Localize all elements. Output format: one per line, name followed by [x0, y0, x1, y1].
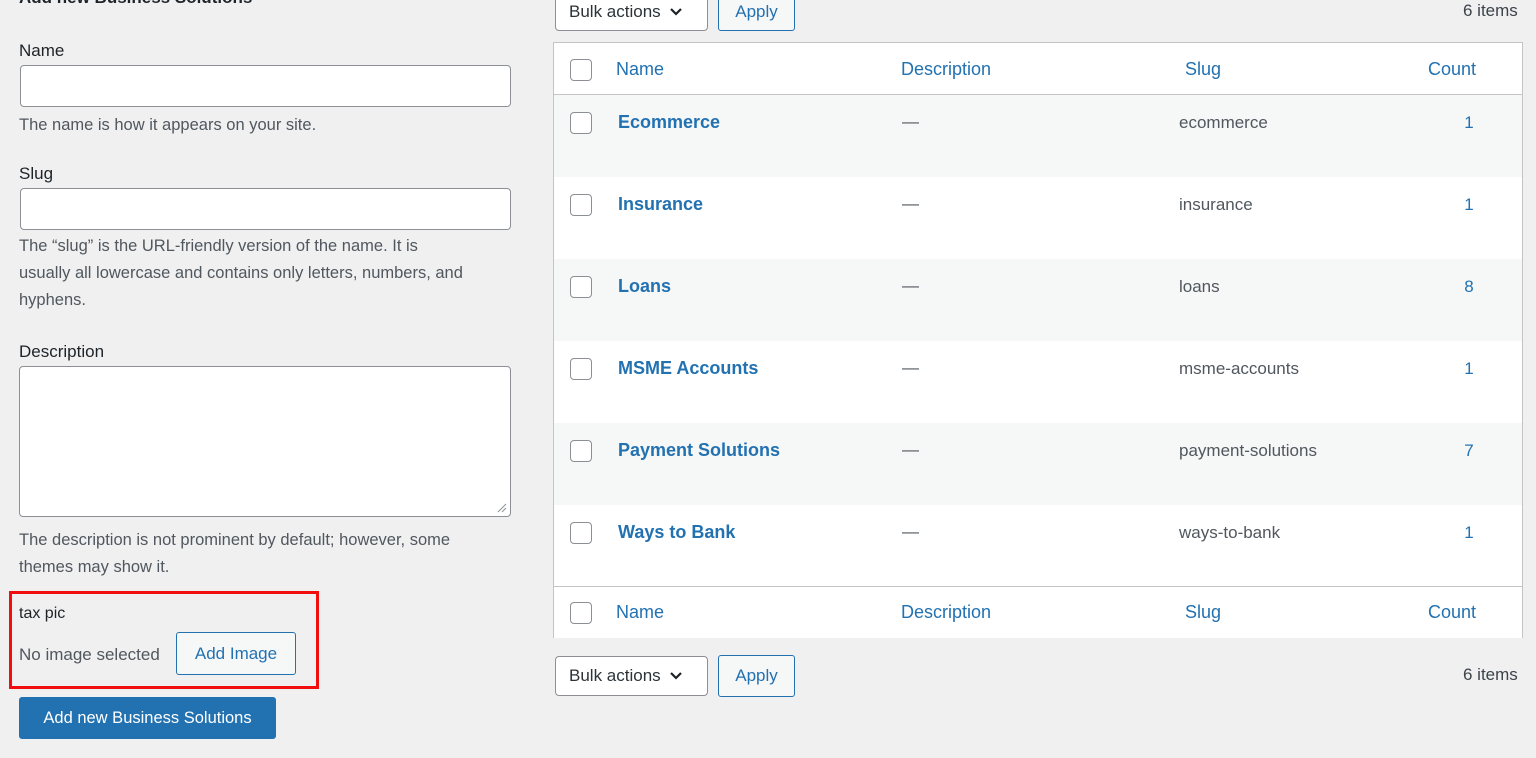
column-header-slug[interactable]: Slug: [1185, 59, 1221, 80]
name-input[interactable]: [20, 65, 511, 107]
add-image-button[interactable]: Add Image: [176, 632, 296, 675]
row-checkbox[interactable]: [570, 440, 592, 462]
resize-grip-icon[interactable]: [497, 503, 507, 513]
form-heading: Add new Business Solutions: [19, 0, 252, 8]
row-checkbox[interactable]: [570, 522, 592, 544]
term-slug: ecommerce: [1179, 113, 1268, 132]
term-count-link[interactable]: 1: [1454, 113, 1484, 133]
term-count-link[interactable]: 1: [1454, 359, 1484, 379]
table-row: Ways to Bank — ways-to-bank 1: [554, 505, 1522, 587]
term-description: —: [902, 194, 919, 213]
row-checkbox[interactable]: [570, 276, 592, 298]
term-description: —: [902, 440, 919, 459]
term-name-link[interactable]: Payment Solutions: [618, 440, 780, 461]
description-textarea[interactable]: [19, 366, 511, 517]
items-count-top: 6 items: [1463, 1, 1518, 20]
column-footer-count[interactable]: Count: [1428, 602, 1476, 623]
column-header-count[interactable]: Count: [1428, 59, 1476, 80]
select-all-checkbox[interactable]: [570, 59, 592, 81]
table-header: Name Description Slug Count: [554, 43, 1522, 95]
slug-help-line: hyphens.: [19, 291, 86, 309]
table-row: Payment Solutions — payment-solutions 7: [554, 423, 1522, 505]
table-footer: Name Description Slug Count: [554, 586, 1522, 638]
table-row: MSME Accounts — msme-accounts 1: [554, 341, 1522, 423]
term-description: —: [902, 276, 919, 295]
term-description: —: [902, 112, 919, 131]
row-checkbox[interactable]: [570, 358, 592, 380]
row-checkbox[interactable]: [570, 112, 592, 134]
term-count-link[interactable]: 8: [1454, 277, 1484, 297]
term-description: —: [902, 522, 919, 541]
column-header-name[interactable]: Name: [616, 59, 664, 80]
select-all-checkbox-footer[interactable]: [570, 602, 592, 624]
term-count-link[interactable]: 1: [1454, 523, 1484, 543]
term-description: —: [902, 358, 919, 377]
apply-button-bottom[interactable]: Apply: [718, 655, 795, 697]
table-row: Loans — loans 8: [554, 259, 1522, 341]
term-count-link[interactable]: 7: [1454, 441, 1484, 461]
term-name-link[interactable]: Ecommerce: [618, 112, 720, 133]
slug-help-line: usually all lowercase and contains only …: [19, 264, 463, 282]
table-row: Ecommerce — ecommerce 1: [554, 95, 1522, 177]
chevron-down-icon: [669, 672, 682, 680]
apply-button-top[interactable]: Apply: [718, 0, 795, 31]
term-name-link[interactable]: Loans: [618, 276, 671, 297]
term-name-link[interactable]: Insurance: [618, 194, 703, 215]
term-slug: msme-accounts: [1179, 359, 1299, 378]
slug-input[interactable]: [20, 188, 511, 230]
description-help-line: themes may show it.: [19, 558, 170, 576]
term-name-link[interactable]: Ways to Bank: [618, 522, 735, 543]
term-slug: payment-solutions: [1179, 441, 1317, 460]
bulk-actions-label: Bulk actions: [569, 666, 661, 685]
term-name-link[interactable]: MSME Accounts: [618, 358, 758, 379]
items-count-bottom: 6 items: [1463, 665, 1518, 684]
no-image-text: No image selected: [19, 645, 160, 664]
description-help: The description is not prominent by defa…: [19, 527, 519, 581]
column-footer-name[interactable]: Name: [616, 602, 664, 623]
slug-help-line: The “slug” is the URL-friendly version o…: [19, 237, 418, 255]
row-checkbox[interactable]: [570, 194, 592, 216]
column-footer-slug[interactable]: Slug: [1185, 602, 1221, 623]
table-row: Insurance — insurance 1: [554, 177, 1522, 259]
slug-help: The “slug” is the URL-friendly version o…: [19, 233, 519, 314]
terms-table: Name Description Slug Count Ecommerce — …: [553, 42, 1523, 638]
term-slug: ways-to-bank: [1179, 523, 1281, 542]
term-slug: insurance: [1179, 195, 1253, 214]
bulk-actions-label: Bulk actions: [569, 1, 661, 21]
chevron-down-icon: [669, 7, 682, 16]
description-help-line: The description is not prominent by defa…: [19, 531, 451, 549]
column-header-description[interactable]: Description: [901, 59, 991, 80]
bulk-actions-select-top[interactable]: Bulk actions: [555, 0, 708, 31]
bulk-actions-select-bottom[interactable]: Bulk actions: [555, 656, 708, 696]
tax-pic-label: tax pic: [19, 605, 66, 622]
column-footer-description[interactable]: Description: [901, 602, 991, 623]
term-count-link[interactable]: 1: [1454, 195, 1484, 215]
add-new-term-button[interactable]: Add new Business Solutions: [19, 697, 276, 739]
slug-label: Slug: [19, 164, 54, 183]
name-help: The name is how it appears on your site.: [19, 116, 317, 134]
name-label: Name: [19, 41, 65, 60]
term-slug: loans: [1179, 277, 1220, 296]
description-label: Description: [19, 342, 105, 361]
